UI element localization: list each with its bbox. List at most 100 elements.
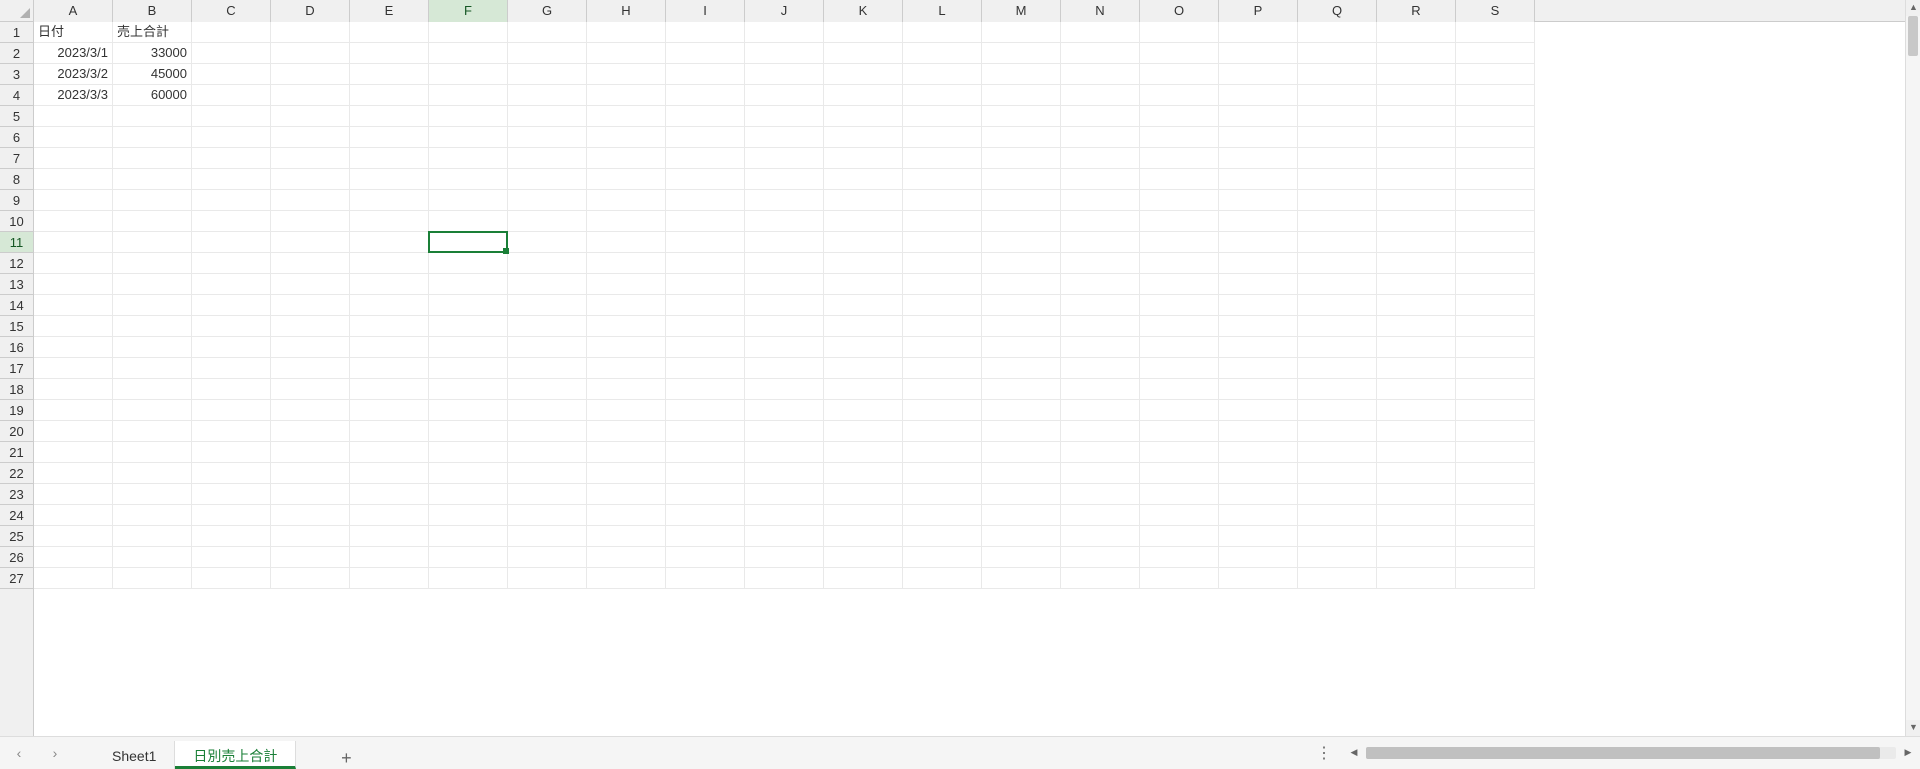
cell-Q24[interactable] <box>1298 505 1377 526</box>
cell-O16[interactable] <box>1140 337 1219 358</box>
cell-P18[interactable] <box>1219 379 1298 400</box>
cell-D6[interactable] <box>271 127 350 148</box>
row-header-18[interactable]: 18 <box>0 379 33 400</box>
cell-H17[interactable] <box>587 358 666 379</box>
cell-C6[interactable] <box>192 127 271 148</box>
cell-F7[interactable] <box>429 148 508 169</box>
cell-I26[interactable] <box>666 547 745 568</box>
cell-L11[interactable] <box>903 232 982 253</box>
cell-I22[interactable] <box>666 463 745 484</box>
column-header-S[interactable]: S <box>1456 0 1535 22</box>
cell-K7[interactable] <box>824 148 903 169</box>
cell-A18[interactable] <box>34 379 113 400</box>
cell-F23[interactable] <box>429 484 508 505</box>
cell-S2[interactable] <box>1456 43 1535 64</box>
sheet-tab-sheet1[interactable]: Sheet1 <box>94 741 175 769</box>
cell-Q18[interactable] <box>1298 379 1377 400</box>
cell-C8[interactable] <box>192 169 271 190</box>
cell-N1[interactable] <box>1061 22 1140 43</box>
cell-R27[interactable] <box>1377 568 1456 589</box>
tab-options-icon[interactable]: ⋮ <box>1314 743 1334 763</box>
cell-R14[interactable] <box>1377 295 1456 316</box>
cell-D22[interactable] <box>271 463 350 484</box>
cell-M9[interactable] <box>982 190 1061 211</box>
cell-B8[interactable] <box>113 169 192 190</box>
cell-Q7[interactable] <box>1298 148 1377 169</box>
cell-J27[interactable] <box>745 568 824 589</box>
cell-I2[interactable] <box>666 43 745 64</box>
cell-K11[interactable] <box>824 232 903 253</box>
vertical-scroll-track[interactable] <box>1906 16 1920 720</box>
cell-S4[interactable] <box>1456 85 1535 106</box>
column-header-I[interactable]: I <box>666 0 745 22</box>
cell-Q15[interactable] <box>1298 316 1377 337</box>
cell-I20[interactable] <box>666 421 745 442</box>
cell-M12[interactable] <box>982 253 1061 274</box>
cell-C9[interactable] <box>192 190 271 211</box>
cell-R7[interactable] <box>1377 148 1456 169</box>
cell-C19[interactable] <box>192 400 271 421</box>
cell-G20[interactable] <box>508 421 587 442</box>
cell-Q9[interactable] <box>1298 190 1377 211</box>
cell-B5[interactable] <box>113 106 192 127</box>
row-header-23[interactable]: 23 <box>0 484 33 505</box>
cell-K17[interactable] <box>824 358 903 379</box>
cell-J20[interactable] <box>745 421 824 442</box>
cell-E26[interactable] <box>350 547 429 568</box>
cell-M19[interactable] <box>982 400 1061 421</box>
cell-L8[interactable] <box>903 169 982 190</box>
cell-M7[interactable] <box>982 148 1061 169</box>
cell-P4[interactable] <box>1219 85 1298 106</box>
cell-G6[interactable] <box>508 127 587 148</box>
cell-E9[interactable] <box>350 190 429 211</box>
cell-S3[interactable] <box>1456 64 1535 85</box>
cell-L27[interactable] <box>903 568 982 589</box>
cell-H10[interactable] <box>587 211 666 232</box>
cell-C17[interactable] <box>192 358 271 379</box>
cell-P7[interactable] <box>1219 148 1298 169</box>
cell-E21[interactable] <box>350 442 429 463</box>
cell-F6[interactable] <box>429 127 508 148</box>
cell-C20[interactable] <box>192 421 271 442</box>
cell-O24[interactable] <box>1140 505 1219 526</box>
cell-A22[interactable] <box>34 463 113 484</box>
cell-N3[interactable] <box>1061 64 1140 85</box>
column-header-G[interactable]: G <box>508 0 587 22</box>
cell-H11[interactable] <box>587 232 666 253</box>
cell-P16[interactable] <box>1219 337 1298 358</box>
cell-R20[interactable] <box>1377 421 1456 442</box>
cell-D27[interactable] <box>271 568 350 589</box>
cell-P24[interactable] <box>1219 505 1298 526</box>
cell-Q22[interactable] <box>1298 463 1377 484</box>
cell-K13[interactable] <box>824 274 903 295</box>
cell-K24[interactable] <box>824 505 903 526</box>
cell-J11[interactable] <box>745 232 824 253</box>
cell-A23[interactable] <box>34 484 113 505</box>
cell-R25[interactable] <box>1377 526 1456 547</box>
cell-J10[interactable] <box>745 211 824 232</box>
cell-P2[interactable] <box>1219 43 1298 64</box>
cell-O23[interactable] <box>1140 484 1219 505</box>
cell-O7[interactable] <box>1140 148 1219 169</box>
cell-J7[interactable] <box>745 148 824 169</box>
cell-Q20[interactable] <box>1298 421 1377 442</box>
cell-E5[interactable] <box>350 106 429 127</box>
cell-H18[interactable] <box>587 379 666 400</box>
cell-D10[interactable] <box>271 211 350 232</box>
cell-I17[interactable] <box>666 358 745 379</box>
cell-E7[interactable] <box>350 148 429 169</box>
cell-S22[interactable] <box>1456 463 1535 484</box>
cell-K2[interactable] <box>824 43 903 64</box>
row-header-16[interactable]: 16 <box>0 337 33 358</box>
cell-C7[interactable] <box>192 148 271 169</box>
cell-B23[interactable] <box>113 484 192 505</box>
cell-Q26[interactable] <box>1298 547 1377 568</box>
cell-O12[interactable] <box>1140 253 1219 274</box>
cell-C23[interactable] <box>192 484 271 505</box>
cell-D13[interactable] <box>271 274 350 295</box>
cell-S18[interactable] <box>1456 379 1535 400</box>
cell-K6[interactable] <box>824 127 903 148</box>
cell-G16[interactable] <box>508 337 587 358</box>
cell-L22[interactable] <box>903 463 982 484</box>
cell-G27[interactable] <box>508 568 587 589</box>
